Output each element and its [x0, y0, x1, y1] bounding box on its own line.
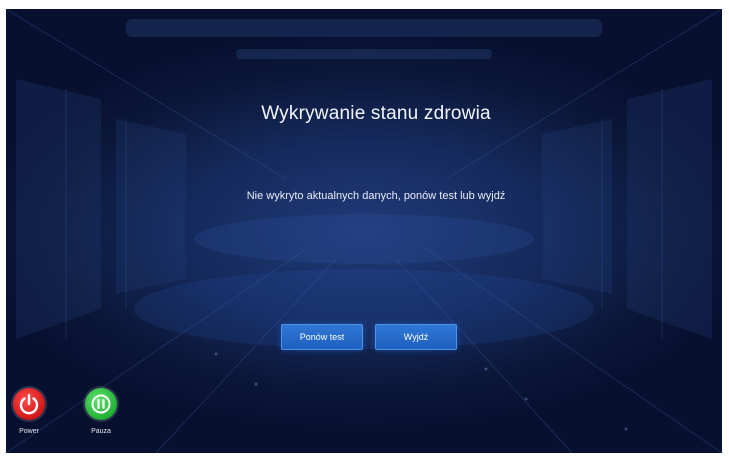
exit-button[interactable]: Wyjdź: [375, 324, 457, 350]
health-check-screen: Wykrywanie stanu zdrowia Nie wykryto akt…: [6, 9, 722, 453]
status-message: Nie wykryto aktualnych danych, ponów tes…: [246, 190, 506, 202]
background-decoration: [6, 9, 722, 453]
retry-test-button[interactable]: Ponów test: [281, 324, 363, 350]
power-icon: [19, 393, 39, 415]
power-label: Power: [19, 428, 39, 435]
pause-icon: [91, 394, 111, 414]
pause-button[interactable]: [85, 388, 117, 420]
pause-label: Pauza: [91, 428, 111, 435]
page-title: Wykrywanie stanu zdrowia: [261, 103, 491, 124]
power-button[interactable]: [13, 388, 45, 420]
